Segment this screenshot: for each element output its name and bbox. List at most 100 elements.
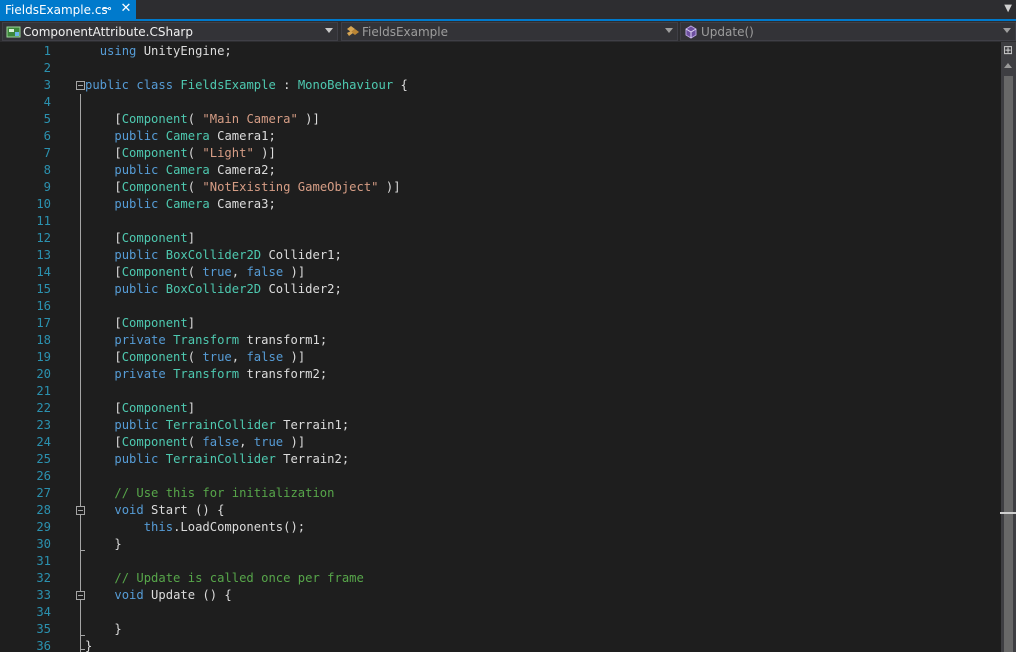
code-line[interactable]: 15 public BoxCollider2D Collider2; [0, 281, 1000, 298]
code-token: Collider1; [261, 248, 342, 262]
collapse-region-icon[interactable] [76, 506, 85, 515]
code-line[interactable]: 24 [Component( false, true )] [0, 434, 1000, 451]
code-line[interactable]: 3 public class FieldsExample : MonoBehavi… [0, 77, 1000, 94]
code-line[interactable]: 34 [0, 604, 1000, 621]
code-line[interactable]: 30 } [0, 536, 1000, 553]
code-line[interactable]: 8 public Camera Camera2; [0, 162, 1000, 179]
code-line[interactable]: 27 // Use this for initialization [0, 485, 1000, 502]
line-number: 26 [36, 469, 51, 483]
code-line[interactable]: 23 public TerrainCollider Terrain1; [0, 417, 1000, 434]
line-number: 36 [36, 639, 51, 652]
collapse-region-icon[interactable] [76, 591, 85, 600]
line-number: 15 [36, 282, 51, 296]
code-line[interactable]: 33 void Update () { [0, 587, 1000, 604]
code-token: Component [121, 350, 188, 364]
code-line[interactable]: 28 void Start () { [0, 502, 1000, 519]
code-token: public [114, 248, 159, 262]
code-line[interactable]: 11 [0, 213, 1000, 230]
code-text: public TerrainCollider Terrain2; [85, 451, 349, 468]
code-line[interactable]: 9 [Component( "NotExisting GameObject" )… [0, 179, 1000, 196]
member-dropdown[interactable]: Update() [680, 22, 1016, 41]
code-text: public TerrainCollider Terrain1; [85, 417, 349, 434]
line-number: 9 [43, 180, 51, 194]
code-line[interactable]: 1 using UnityEngine; [0, 43, 1000, 60]
code-line[interactable]: 16 [0, 298, 1000, 315]
code-token: , [231, 265, 247, 279]
line-number: 13 [36, 248, 51, 262]
code-line[interactable]: 18 private Transform transform1; [0, 332, 1000, 349]
code-token: Camera2; [209, 163, 276, 177]
code-token: Component [121, 435, 188, 449]
code-token: ( [187, 180, 203, 194]
code-token: )] [297, 112, 320, 126]
code-token: Camera [165, 129, 210, 143]
code-line[interactable]: 32 // Update is called once per frame [0, 570, 1000, 587]
code-line[interactable]: 14 [Component( true, false )] [0, 264, 1000, 281]
code-line[interactable]: 2 [0, 60, 1000, 77]
code-line[interactable]: 31 [0, 553, 1000, 570]
code-line[interactable]: 19 [Component( true, false )] [0, 349, 1000, 366]
code-line[interactable]: 21 [0, 383, 1000, 400]
code-text: [Component( "Light" )] [85, 145, 275, 162]
line-number: 5 [43, 112, 51, 126]
code-line[interactable]: 4 [0, 94, 1000, 111]
code-line[interactable]: 7 [Component( "Light" )] [0, 145, 1000, 162]
chevron-down-icon [325, 28, 333, 33]
code-line[interactable]: 12 [Component] [0, 230, 1000, 247]
code-token: [ [85, 401, 122, 415]
code-token: UnityEngine; [136, 44, 232, 58]
code-token: Component [121, 401, 188, 415]
code-token: [ [85, 350, 122, 364]
code-token: public [114, 197, 159, 211]
line-number: 10 [36, 197, 51, 211]
line-number: 16 [36, 299, 51, 313]
code-token: [ [85, 112, 122, 126]
code-line[interactable]: 35 } [0, 621, 1000, 638]
code-text: // Update is called once per frame [85, 570, 363, 587]
close-icon[interactable]: ✕ [119, 1, 133, 16]
code-line[interactable]: 20 private Transform transform2; [0, 366, 1000, 383]
code-text: private Transform transform1; [85, 332, 327, 349]
code-line[interactable]: 13 public BoxCollider2D Collider1; [0, 247, 1000, 264]
code-line[interactable]: 22 [Component] [0, 400, 1000, 417]
code-line[interactable]: 29 this.LoadComponents(); [0, 519, 1000, 536]
code-line[interactable]: 25 public TerrainCollider Terrain2; [0, 451, 1000, 468]
code-line[interactable]: 10 public Camera Camera3; [0, 196, 1000, 213]
code-line[interactable]: 26 [0, 468, 1000, 485]
split-window-icon[interactable]: ⊞ [1002, 44, 1014, 58]
code-token: true [202, 350, 232, 364]
code-token: TerrainCollider [165, 452, 276, 466]
code-line[interactable]: 5 [Component( "Main Camera" )] [0, 111, 1000, 128]
code-token: public [114, 452, 159, 466]
line-number: 11 [36, 214, 51, 228]
csharp-project-icon [5, 24, 23, 40]
navigation-bar: ComponentAttribute.CSharp FieldsExample … [0, 21, 1016, 42]
line-number: 8 [43, 163, 51, 177]
project-dropdown[interactable]: ComponentAttribute.CSharp [2, 22, 338, 41]
code-editor[interactable]: 1 using UnityEngine; 2 3 public class Field… [0, 42, 1016, 652]
code-text: [Component( true, false )] [85, 264, 305, 281]
scroll-up-arrow-icon[interactable] [1004, 63, 1012, 68]
pin-icon[interactable]: ⊸ [100, 2, 114, 15]
code-line[interactable]: 17 [Component] [0, 315, 1000, 332]
code-line[interactable]: 6 public Camera Camera1; [0, 128, 1000, 145]
scrollbar-thumb[interactable] [1004, 76, 1013, 652]
tab-overflow-icon[interactable]: ▼ [1004, 3, 1012, 14]
code-token: "NotExisting GameObject" [202, 180, 379, 194]
code-text: private Transform transform2; [85, 366, 327, 383]
document-tab-fieldsexample[interactable]: FieldsExample.cs ⊸ ✕ [0, 0, 136, 19]
collapse-region-icon[interactable] [76, 81, 85, 90]
code-text: } [85, 638, 92, 652]
code-line[interactable]: 36} [0, 638, 1000, 652]
code-token: Transform [173, 333, 240, 347]
type-dropdown[interactable]: FieldsExample [341, 22, 678, 41]
code-token: Camera3; [209, 197, 276, 211]
